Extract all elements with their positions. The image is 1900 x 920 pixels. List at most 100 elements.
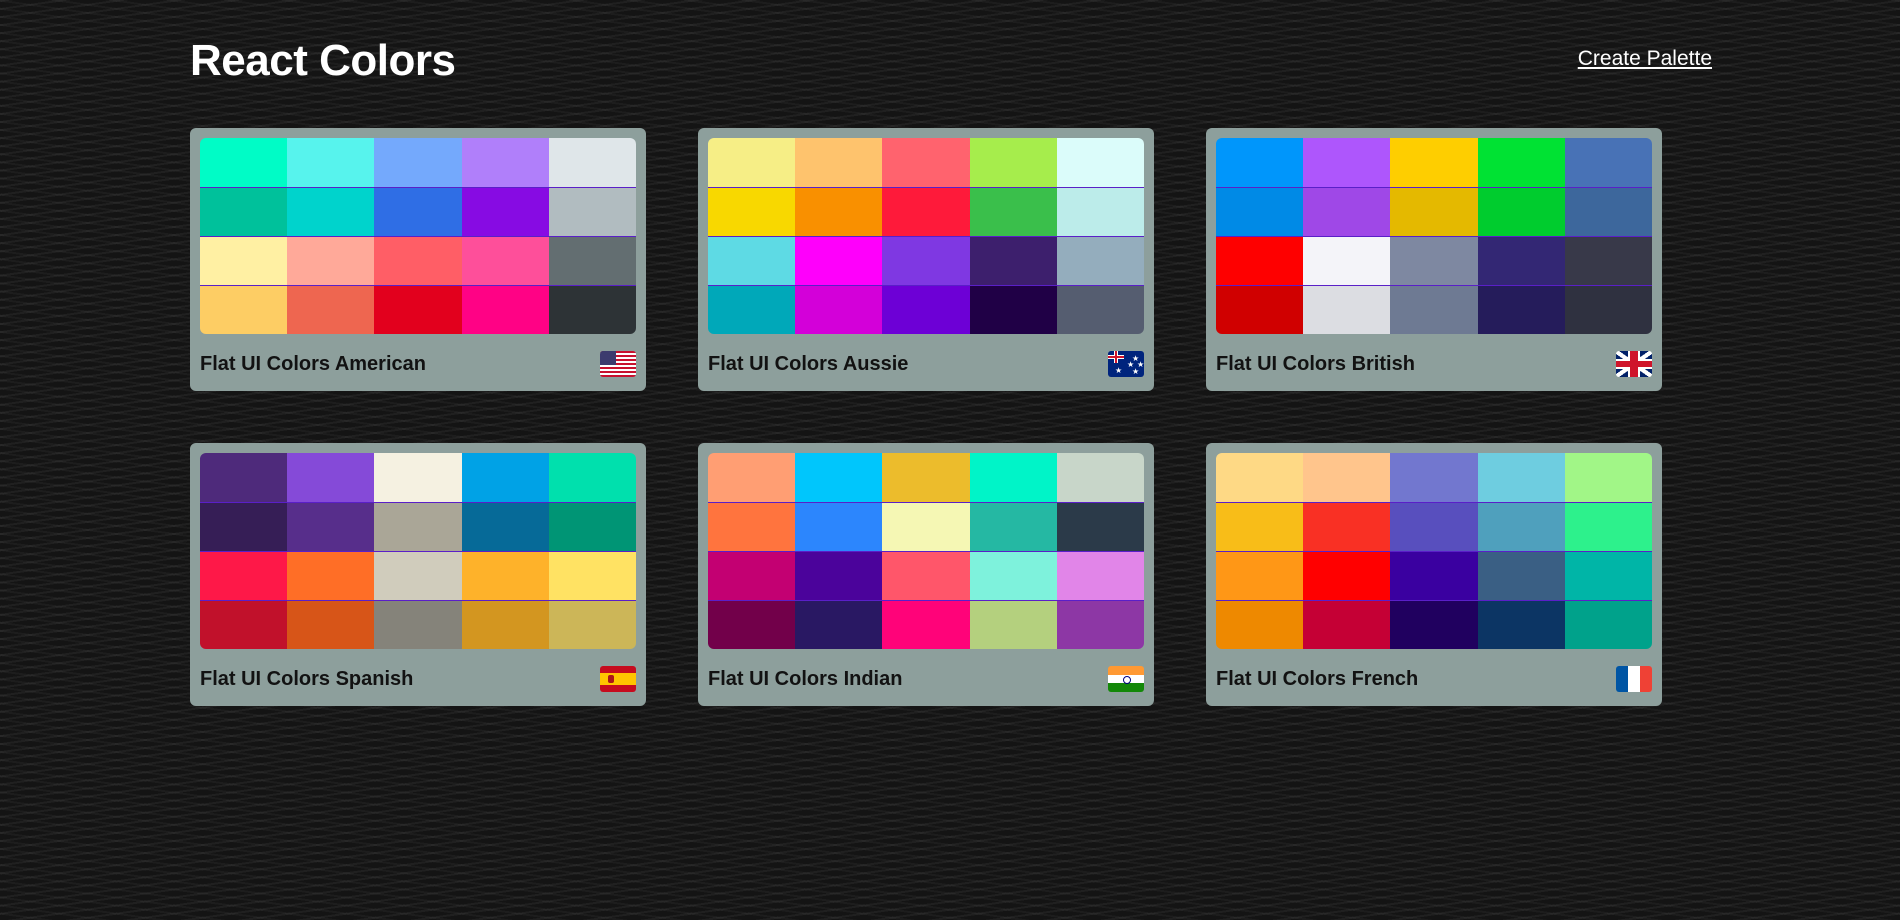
color-swatch [461, 187, 549, 236]
color-swatch [461, 453, 549, 502]
color-swatch [461, 551, 549, 600]
color-swatch [969, 138, 1057, 187]
color-swatch [708, 138, 796, 187]
card-footer: Flat UI Colors Indian [708, 659, 1144, 699]
color-swatch [200, 138, 288, 187]
fr-flag-icon [1616, 666, 1652, 692]
color-swatch [969, 600, 1057, 649]
color-swatch [1056, 600, 1144, 649]
color-swatch [1303, 551, 1391, 600]
color-swatch [882, 551, 970, 600]
color-swatch [1390, 138, 1478, 187]
color-swatch [374, 138, 462, 187]
color-swatch [1303, 600, 1391, 649]
color-swatch [1390, 600, 1478, 649]
uk-flag-icon [1616, 351, 1652, 377]
color-swatch [882, 453, 970, 502]
swatch-grid [200, 138, 636, 334]
card-footer: Flat UI Colors Aussie ★ ★ ★ ★ ★ [708, 344, 1144, 384]
color-swatch [1056, 187, 1144, 236]
color-swatch [461, 600, 549, 649]
color-swatch [374, 551, 462, 600]
color-swatch [200, 551, 288, 600]
swatch-grid [1216, 453, 1652, 649]
card-footer: Flat UI Colors French [1216, 659, 1652, 699]
in-flag-icon [1108, 666, 1144, 692]
palette-name: Flat UI Colors American [200, 352, 426, 375]
color-swatch [1477, 453, 1565, 502]
color-swatch [287, 236, 375, 285]
palette-card-aussie[interactable]: Flat UI Colors Aussie ★ ★ ★ ★ ★ [698, 128, 1154, 391]
palette-name: Flat UI Colors Spanish [200, 667, 414, 690]
swatch-grid [708, 453, 1144, 649]
color-swatch [374, 502, 462, 551]
color-swatch [708, 502, 796, 551]
color-swatch [1564, 285, 1652, 334]
color-swatch [1056, 502, 1144, 551]
palette-name: Flat UI Colors British [1216, 352, 1415, 375]
color-swatch [969, 502, 1057, 551]
color-swatch [1216, 502, 1304, 551]
palette-grid: Flat UI Colors American Flat UI Colors A… [190, 128, 1662, 706]
color-swatch [200, 187, 288, 236]
color-swatch [1303, 502, 1391, 551]
palette-card-french[interactable]: Flat UI Colors French [1206, 443, 1662, 706]
palette-card-american[interactable]: Flat UI Colors American [190, 128, 646, 391]
color-swatch [374, 600, 462, 649]
swatch-grid [1216, 138, 1652, 334]
color-swatch [1216, 187, 1304, 236]
color-swatch [882, 502, 970, 551]
palette-card-indian[interactable]: Flat UI Colors Indian [698, 443, 1154, 706]
color-swatch [1216, 600, 1304, 649]
color-swatch [1303, 187, 1391, 236]
color-swatch [708, 285, 796, 334]
color-swatch [882, 285, 970, 334]
color-swatch [548, 236, 636, 285]
color-swatch [374, 453, 462, 502]
color-swatch [287, 502, 375, 551]
color-swatch [795, 285, 883, 334]
color-swatch [1303, 285, 1391, 334]
color-swatch [374, 236, 462, 285]
color-swatch [795, 187, 883, 236]
color-swatch [1390, 236, 1478, 285]
color-swatch [1303, 138, 1391, 187]
color-swatch [548, 138, 636, 187]
create-palette-link[interactable]: Create Palette [1578, 47, 1712, 71]
swatch-grid [708, 138, 1144, 334]
swatch-grid [200, 453, 636, 649]
color-swatch [1564, 236, 1652, 285]
color-swatch [1390, 502, 1478, 551]
color-swatch [1216, 138, 1304, 187]
color-swatch [287, 285, 375, 334]
palette-card-british[interactable]: Flat UI Colors British [1206, 128, 1662, 391]
color-swatch [795, 236, 883, 285]
palette-name: Flat UI Colors Aussie [708, 352, 909, 375]
color-swatch [1216, 551, 1304, 600]
color-swatch [461, 502, 549, 551]
color-swatch [708, 187, 796, 236]
color-swatch [1390, 551, 1478, 600]
color-swatch [287, 551, 375, 600]
color-swatch [461, 138, 549, 187]
page-title: React Colors [190, 36, 456, 85]
color-swatch [969, 453, 1057, 502]
card-footer: Flat UI Colors British [1216, 344, 1652, 384]
color-swatch [548, 502, 636, 551]
color-swatch [1390, 187, 1478, 236]
au-flag-icon: ★ ★ ★ ★ ★ [1108, 351, 1144, 377]
color-swatch [1477, 187, 1565, 236]
color-swatch [1216, 236, 1304, 285]
navbar: React Colors Create Palette [190, 0, 1712, 120]
card-footer: Flat UI Colors American [200, 344, 636, 384]
color-swatch [1056, 138, 1144, 187]
color-swatch [200, 236, 288, 285]
palette-card-spanish[interactable]: Flat UI Colors Spanish [190, 443, 646, 706]
union-jack-canton [1108, 351, 1124, 363]
star-icon: ★ [1115, 366, 1123, 375]
color-swatch [200, 502, 288, 551]
color-swatch [795, 551, 883, 600]
color-swatch [1303, 236, 1391, 285]
color-swatch [1477, 236, 1565, 285]
color-swatch [969, 285, 1057, 334]
